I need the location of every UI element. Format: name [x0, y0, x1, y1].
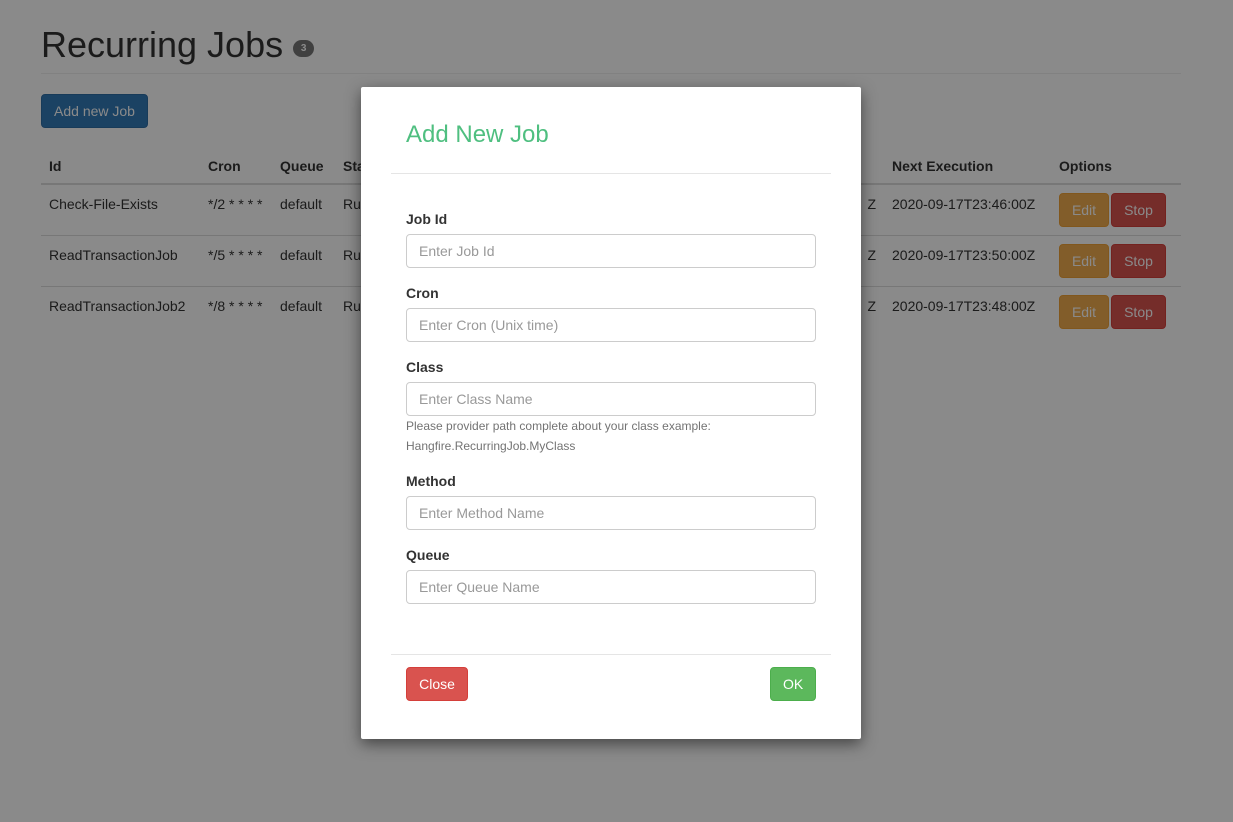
class-help-text: Please provider path complete about your… [406, 419, 711, 433]
modal-header-divider [391, 173, 831, 174]
modal-footer-divider [391, 654, 831, 655]
class-label: Class [406, 359, 444, 375]
modal-title: Add New Job [406, 121, 549, 148]
job-id-input[interactable] [406, 234, 816, 268]
method-label: Method [406, 473, 456, 489]
add-job-modal: Add New Job Job Id Cron Class Please pro… [361, 87, 861, 739]
class-input[interactable] [406, 382, 816, 416]
queue-label: Queue [406, 547, 450, 563]
class-help-example: Hangfire.RecurringJob.MyClass [406, 439, 576, 453]
method-input[interactable] [406, 496, 816, 530]
cron-input[interactable] [406, 308, 816, 342]
job-id-label: Job Id [406, 211, 448, 227]
cron-label: Cron [406, 285, 439, 301]
ok-button[interactable]: OK [770, 667, 816, 701]
close-button[interactable]: Close [406, 667, 468, 701]
queue-input[interactable] [406, 570, 816, 604]
